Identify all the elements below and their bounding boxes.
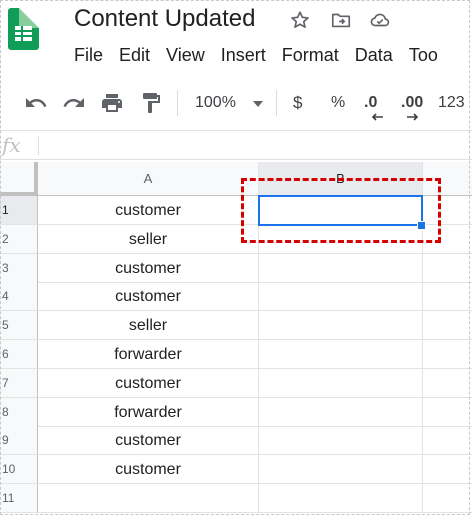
cell-c[interactable] [423, 311, 472, 340]
logo-grid [15, 26, 32, 41]
document-title[interactable]: Content Updated [74, 4, 255, 34]
print-icon[interactable] [100, 91, 124, 115]
arrow-left-icon [371, 113, 383, 121]
row-header[interactable]: 1 [0, 196, 38, 225]
cell-a[interactable]: seller [38, 225, 259, 254]
arrow-right-icon [407, 113, 419, 121]
cell-b[interactable] [259, 398, 423, 427]
highlight-annotation [241, 178, 441, 243]
row-header[interactable]: 9 [0, 426, 38, 455]
cell-c[interactable] [423, 455, 472, 484]
cell-b[interactable] [259, 282, 423, 311]
more-formats-button[interactable]: 123 [438, 93, 465, 113]
logo-fold [19, 8, 39, 28]
cell-a[interactable]: customer [38, 282, 259, 311]
cell-a[interactable]: customer [38, 369, 259, 398]
cell-b[interactable] [259, 254, 423, 283]
increase-decimals-button[interactable]: .00 [401, 93, 423, 113]
select-all-corner[interactable] [0, 162, 38, 196]
move-to-folder-icon[interactable] [330, 9, 352, 31]
formula-bar-divider [38, 136, 39, 155]
toolbar: 100% $ % .0 .00 123 [0, 80, 472, 126]
redo-icon[interactable] [62, 91, 86, 115]
undo-icon[interactable] [24, 91, 48, 115]
dropdown-arrow-icon[interactable] [250, 96, 266, 112]
cell-b[interactable] [259, 426, 423, 455]
row-header[interactable]: 10 [0, 455, 38, 484]
column-header-a[interactable]: A [38, 162, 259, 196]
row-header[interactable]: 5 [0, 311, 38, 340]
menu-data[interactable]: Data [355, 43, 393, 67]
cell-c[interactable] [423, 340, 472, 369]
menu-format[interactable]: Format [282, 43, 339, 67]
cell-c[interactable] [423, 282, 472, 311]
row-header[interactable]: 4 [0, 282, 38, 311]
fx-icon: fx [2, 133, 21, 157]
row-header[interactable]: 7 [0, 369, 38, 398]
zoom-select[interactable]: 100% [195, 93, 236, 113]
row-header[interactable]: 8 [0, 398, 38, 427]
star-icon[interactable] [289, 9, 311, 31]
cell-a[interactable]: customer [38, 196, 259, 225]
cell-c[interactable] [423, 426, 472, 455]
toolbar-divider [276, 90, 277, 116]
cell-a[interactable]: forwarder [38, 398, 259, 427]
cell-a[interactable] [38, 484, 259, 513]
cloud-saved-icon[interactable] [369, 9, 391, 31]
decrease-decimals-button[interactable]: .0 [364, 93, 377, 113]
menu-insert[interactable]: Insert [221, 43, 266, 67]
toolbar-divider [177, 90, 178, 116]
menu-tools[interactable]: Too [409, 43, 438, 67]
cell-a[interactable]: forwarder [38, 340, 259, 369]
menu-bar: File Edit View Insert Format Data Too [74, 43, 454, 67]
cell-a[interactable]: customer [38, 254, 259, 283]
cell-c[interactable] [423, 398, 472, 427]
formula-bar: fx [0, 130, 472, 160]
menu-view[interactable]: View [166, 43, 205, 67]
cell-a[interactable]: seller [38, 311, 259, 340]
cell-c[interactable] [423, 254, 472, 283]
percent-format-button[interactable]: % [331, 93, 345, 113]
cell-b[interactable] [259, 455, 423, 484]
sheets-logo[interactable] [8, 8, 39, 50]
cell-b[interactable] [259, 340, 423, 369]
row-header[interactable]: 3 [0, 254, 38, 283]
row-header[interactable]: 2 [0, 225, 38, 254]
cell-c[interactable] [423, 484, 472, 513]
formula-input[interactable] [46, 136, 466, 156]
menu-edit[interactable]: Edit [119, 43, 150, 67]
currency-format-button[interactable]: $ [293, 93, 302, 113]
row-header[interactable]: 6 [0, 340, 38, 369]
row-header[interactable]: 11 [0, 484, 38, 513]
cell-a[interactable]: customer [38, 455, 259, 484]
menu-file[interactable]: File [74, 43, 103, 67]
cell-b[interactable] [259, 484, 423, 513]
cell-c[interactable] [423, 369, 472, 398]
cell-a[interactable]: customer [38, 426, 259, 455]
cell-b[interactable] [259, 369, 423, 398]
cell-b[interactable] [259, 311, 423, 340]
paint-format-icon[interactable] [139, 91, 163, 115]
